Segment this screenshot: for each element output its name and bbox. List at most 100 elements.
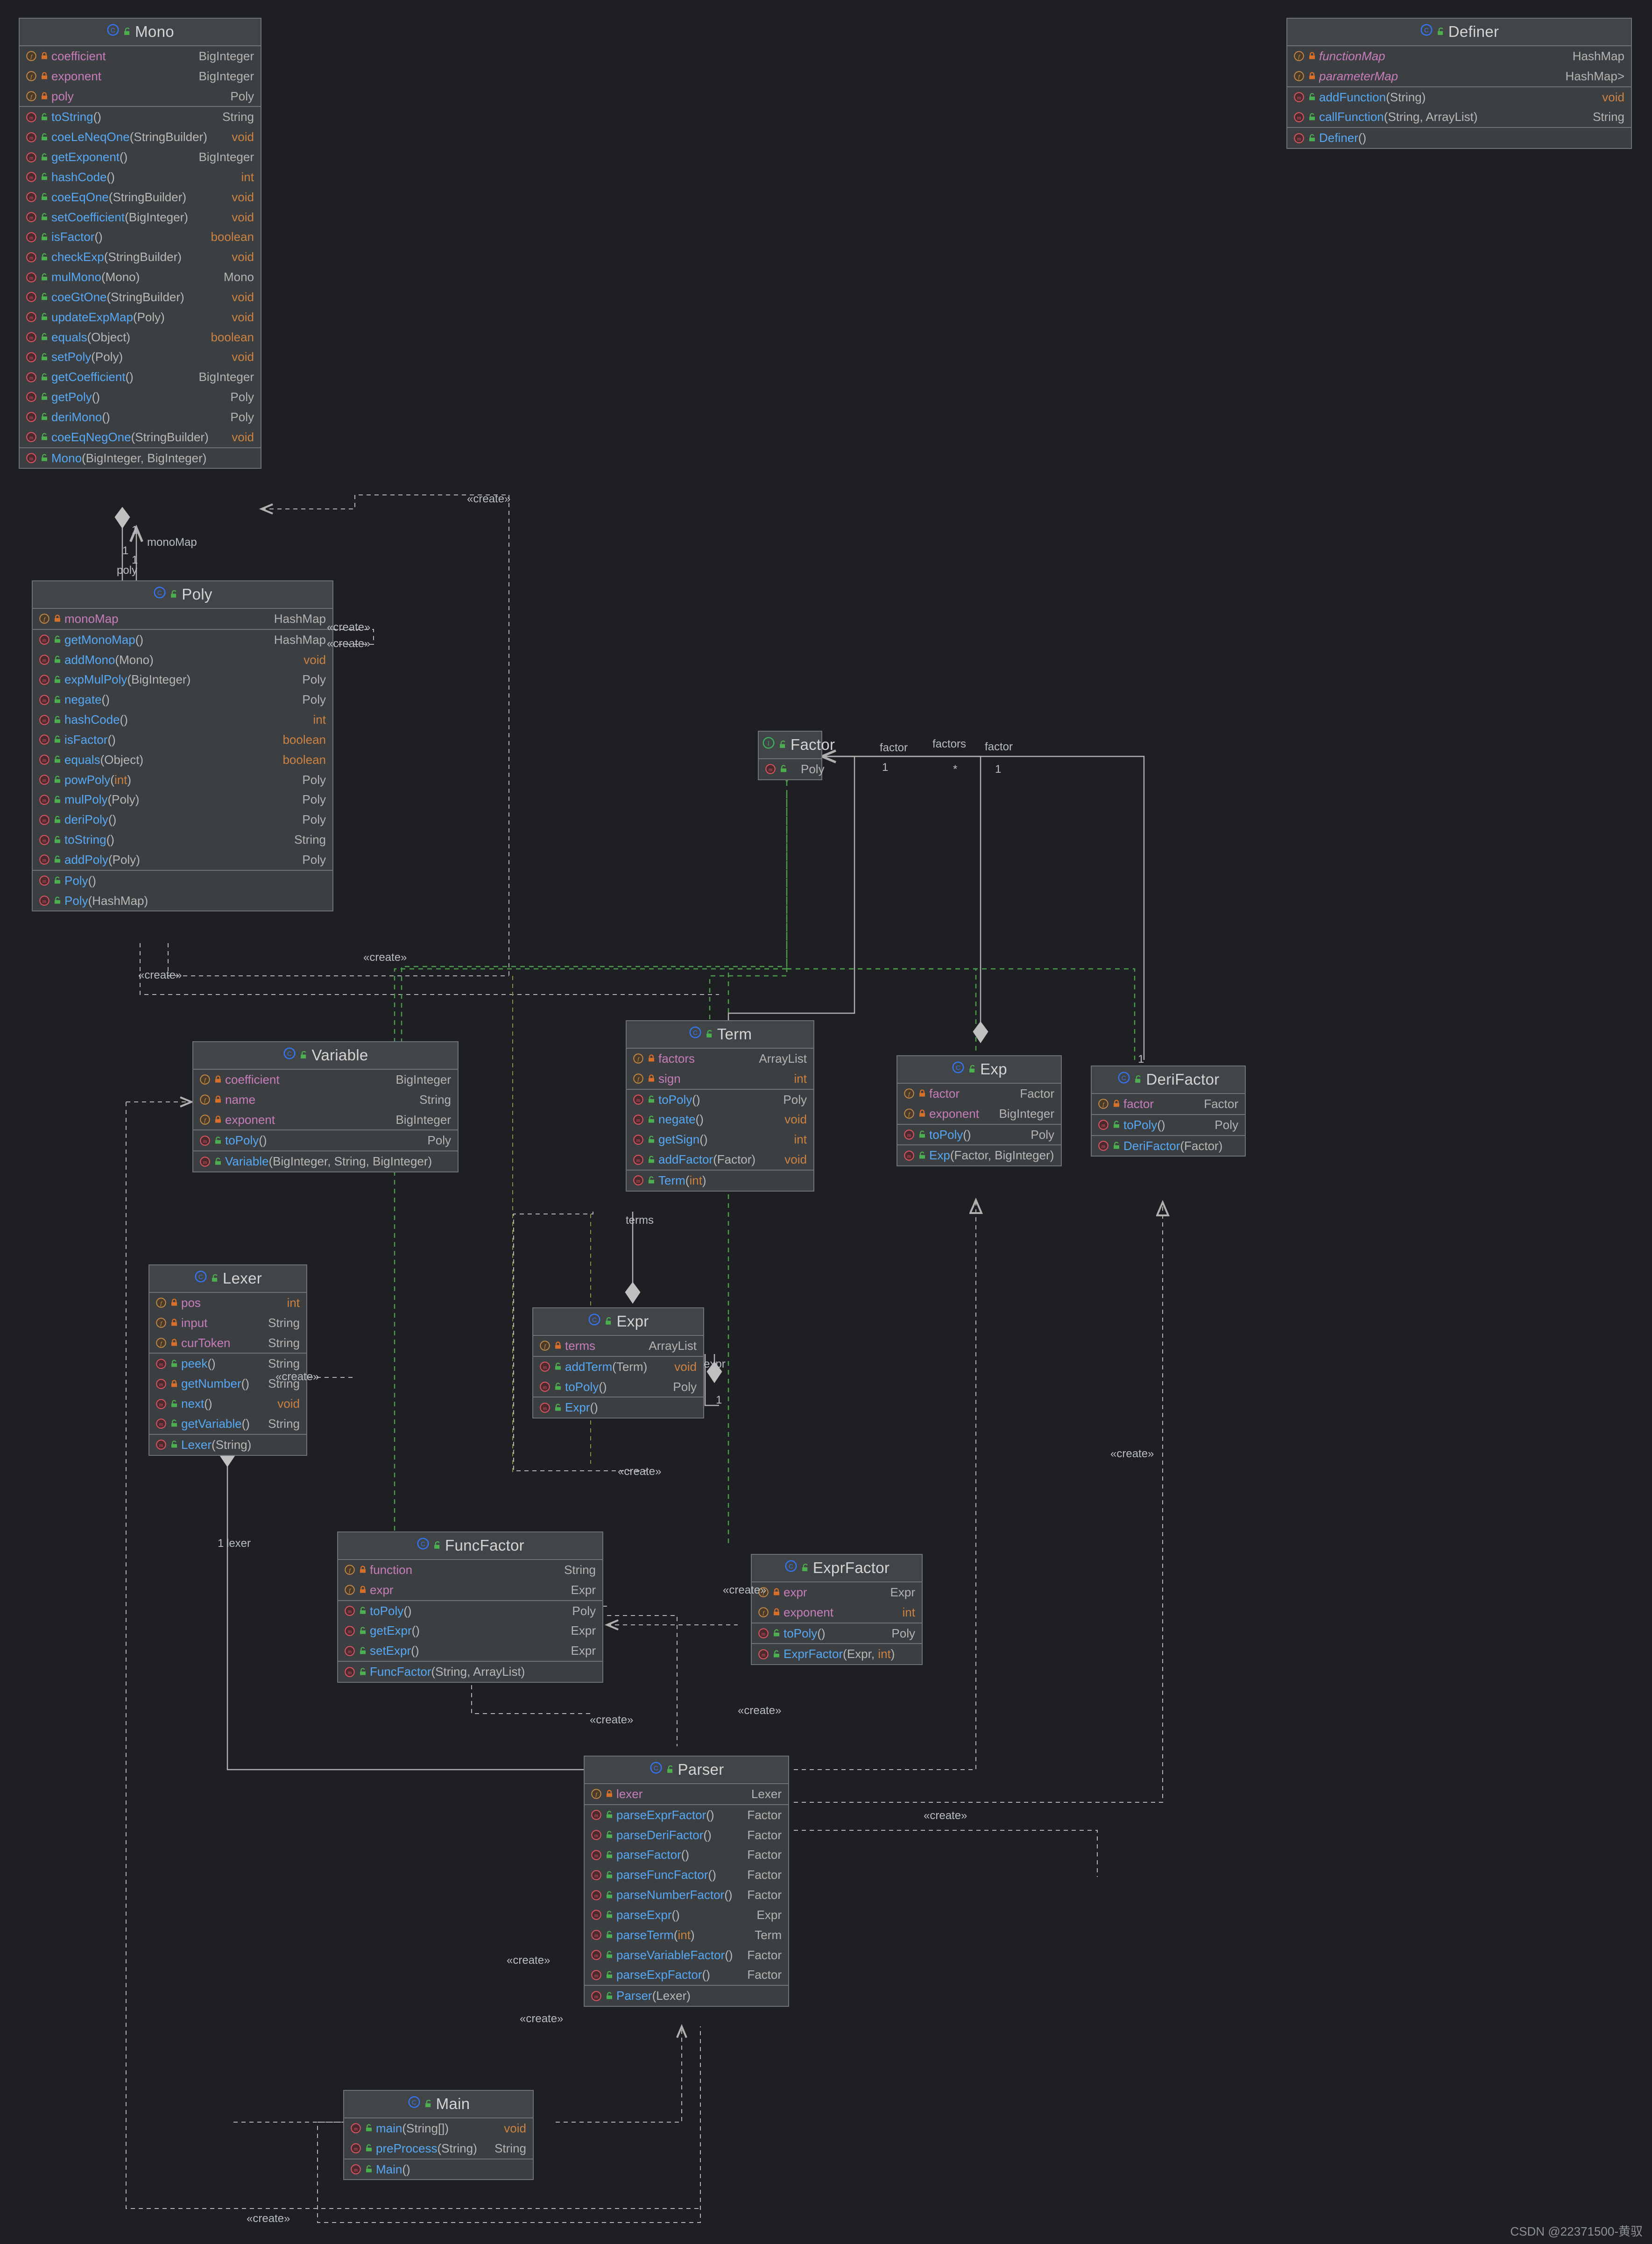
- member-row[interactable]: mcheckExp(StringBuilder)void: [20, 247, 261, 267]
- member-row[interactable]: fposint: [149, 1293, 306, 1313]
- member-row[interactable]: mequals(Object)boolean: [33, 750, 332, 770]
- member-row[interactable]: ffactorsArrayList: [627, 1049, 813, 1069]
- member-row[interactable]: ftermsArrayList: [533, 1336, 703, 1356]
- member-row[interactable]: mmulMono(Mono)Mono: [20, 267, 261, 287]
- member-row[interactable]: mnegate()void: [627, 1109, 813, 1129]
- class-box-expr[interactable]: CExpr ftermsArrayList maddTerm(Term)void…: [532, 1307, 704, 1418]
- member-row[interactable]: fexprExpr: [338, 1580, 602, 1600]
- member-row[interactable]: ffunctionMapHashMap: [1287, 46, 1631, 66]
- member-row[interactable]: mPoly(HashMap): [33, 891, 332, 911]
- member-row[interactable]: mExpr(): [533, 1397, 703, 1418]
- member-row[interactable]: fexponentBigInteger: [20, 66, 261, 86]
- member-row[interactable]: mcallFunction(String, ArrayList)String: [1287, 107, 1631, 127]
- member-row[interactable]: mderiMono()Poly: [20, 407, 261, 427]
- member-row[interactable]: mtoString()String: [20, 107, 261, 127]
- member-row[interactable]: mupdateExpMap(Poly)void: [20, 307, 261, 327]
- member-row[interactable]: mhashCode()int: [33, 710, 332, 730]
- member-row[interactable]: maddFactor(Factor)void: [627, 1150, 813, 1170]
- member-row[interactable]: mcoeLeNeqOne(StringBuilder)void: [20, 127, 261, 147]
- class-box-exprfactor[interactable]: CExprFactor fexprExprfexponentint mtoPol…: [751, 1554, 923, 1665]
- member-row[interactable]: mtoPoly()Poly: [1092, 1115, 1245, 1135]
- class-box-term[interactable]: CTerm ffactorsArrayListfsignint mtoPoly(…: [626, 1020, 814, 1192]
- member-row[interactable]: finputString: [149, 1313, 306, 1333]
- member-row[interactable]: fnameString: [193, 1090, 458, 1110]
- member-row[interactable]: fexponentint: [752, 1602, 922, 1623]
- member-row[interactable]: mtoPoly()Poly: [627, 1090, 813, 1110]
- member-row[interactable]: mtoPoly()Poly: [759, 759, 821, 779]
- member-row[interactable]: mExp(Factor, BigInteger): [897, 1145, 1061, 1165]
- class-box-poly[interactable]: CPoly fmonoMapHashMap mgetMonoMap()HashM…: [32, 580, 333, 911]
- member-row[interactable]: mMono(BigInteger, BigInteger): [20, 448, 261, 468]
- member-row[interactable]: misFactor()boolean: [20, 227, 261, 247]
- member-row[interactable]: mmain(String[])void: [344, 2118, 533, 2138]
- member-row[interactable]: mequals(Object)boolean: [20, 327, 261, 347]
- member-row[interactable]: mtoPoly()Poly: [193, 1130, 458, 1150]
- member-row[interactable]: msetCoefficient(BigInteger)void: [20, 207, 261, 227]
- member-row[interactable]: mDefiner(): [1287, 128, 1631, 148]
- member-row[interactable]: misFactor()boolean: [33, 730, 332, 750]
- member-row[interactable]: mcoeEqOne(StringBuilder)void: [20, 187, 261, 207]
- member-row[interactable]: mgetVariable()String: [149, 1414, 306, 1434]
- member-row[interactable]: mpowPoly(int)Poly: [33, 770, 332, 790]
- member-row[interactable]: mcoeEqNegOne(StringBuilder)void: [20, 427, 261, 447]
- member-row[interactable]: mexpMulPoly(BigInteger)Poly: [33, 670, 332, 690]
- member-row[interactable]: mtoPoly()Poly: [897, 1125, 1061, 1145]
- member-row[interactable]: ffactorFactor: [1092, 1094, 1245, 1114]
- member-row[interactable]: mparseNumberFactor()Factor: [585, 1885, 788, 1905]
- member-row[interactable]: fcurTokenString: [149, 1333, 306, 1353]
- member-row[interactable]: mDeriFactor(Factor): [1092, 1136, 1245, 1156]
- class-box-parser[interactable]: CParser flexerLexer mparseExprFactor()Fa…: [584, 1756, 789, 2007]
- member-row[interactable]: flexerLexer: [585, 1784, 788, 1804]
- member-row[interactable]: fpolyPoly: [20, 86, 261, 106]
- member-row[interactable]: mPoly(): [33, 871, 332, 891]
- member-row[interactable]: mgetExponent()BigInteger: [20, 147, 261, 167]
- member-row[interactable]: mparseFuncFactor()Factor: [585, 1865, 788, 1885]
- member-row[interactable]: fcoefficientBigInteger: [193, 1070, 458, 1090]
- member-row[interactable]: mMain(): [344, 2159, 533, 2180]
- class-box-main[interactable]: CMain mmain(String[])voidmpreProcess(Str…: [343, 2090, 534, 2180]
- member-row[interactable]: mgetPoly()Poly: [20, 387, 261, 407]
- member-row[interactable]: mmulPoly(Poly)Poly: [33, 790, 332, 810]
- member-row[interactable]: msetExpr()Expr: [338, 1641, 602, 1661]
- member-row[interactable]: mExprFactor(Expr, int): [752, 1644, 922, 1664]
- class-box-lexer[interactable]: CLexer fposintfinputStringfcurTokenStrin…: [148, 1264, 307, 1456]
- member-row[interactable]: mparseExpr()Expr: [585, 1905, 788, 1925]
- class-box-variable[interactable]: CVariable fcoefficientBigIntegerfnameStr…: [192, 1041, 459, 1172]
- class-box-exp[interactable]: CExp ffactorFactorfexponentBigInteger mt…: [897, 1055, 1062, 1166]
- member-row[interactable]: mTerm(int): [627, 1171, 813, 1191]
- member-row[interactable]: mgetExpr()Expr: [338, 1621, 602, 1641]
- member-row[interactable]: mparseDeriFactor()Factor: [585, 1825, 788, 1845]
- member-row[interactable]: mgetCoefficient()BigInteger: [20, 367, 261, 387]
- class-box-derifactor[interactable]: CDeriFactor ffactorFactor mtoPoly()Poly …: [1091, 1066, 1246, 1157]
- member-row[interactable]: maddMono(Mono)void: [33, 650, 332, 670]
- member-row[interactable]: ffunctionString: [338, 1560, 602, 1580]
- member-row[interactable]: mcoeGtOne(StringBuilder)void: [20, 287, 261, 307]
- member-row[interactable]: mtoString()String: [33, 830, 332, 850]
- member-row[interactable]: fsignint: [627, 1069, 813, 1089]
- member-row[interactable]: mtoPoly()Poly: [338, 1601, 602, 1621]
- member-row[interactable]: mhashCode()int: [20, 167, 261, 187]
- member-row[interactable]: mnext()void: [149, 1394, 306, 1414]
- member-row[interactable]: mpreProcess(String)String: [344, 2138, 533, 2159]
- member-row[interactable]: fexponentBigInteger: [897, 1104, 1061, 1124]
- member-row[interactable]: mgetSign()int: [627, 1129, 813, 1150]
- member-row[interactable]: fmonoMapHashMap: [33, 609, 332, 629]
- class-box-factor[interactable]: IFactor mtoPoly()Poly: [758, 731, 822, 780]
- member-row[interactable]: mparseTerm(int)Term: [585, 1925, 788, 1945]
- member-row[interactable]: fcoefficientBigInteger: [20, 46, 261, 66]
- member-row[interactable]: fexprExpr: [752, 1582, 922, 1602]
- member-row[interactable]: mtoPoly()Poly: [533, 1377, 703, 1397]
- class-box-funcfactor[interactable]: CFuncFactor ffunctionStringfexprExpr mto…: [337, 1531, 603, 1683]
- member-row[interactable]: mgetMonoMap()HashMap: [33, 630, 332, 650]
- member-row[interactable]: fparameterMapHashMap>: [1287, 66, 1631, 86]
- member-row[interactable]: mVariable(BigInteger, String, BigInteger…: [193, 1151, 458, 1171]
- member-row[interactable]: mParser(Lexer): [585, 1986, 788, 2006]
- class-box-definer[interactable]: CDefiner ffunctionMapHashMapfparameterMa…: [1286, 18, 1632, 149]
- member-row[interactable]: maddFunction(String)void: [1287, 87, 1631, 107]
- class-box-mono[interactable]: CMono fcoefficientBigIntegerfexponentBig…: [19, 18, 261, 469]
- member-row[interactable]: mnegate()Poly: [33, 690, 332, 710]
- member-row[interactable]: maddPoly(Poly)Poly: [33, 850, 332, 870]
- member-row[interactable]: mLexer(String): [149, 1435, 306, 1455]
- member-row[interactable]: mparseFactor()Factor: [585, 1845, 788, 1865]
- member-row[interactable]: maddTerm(Term)void: [533, 1357, 703, 1377]
